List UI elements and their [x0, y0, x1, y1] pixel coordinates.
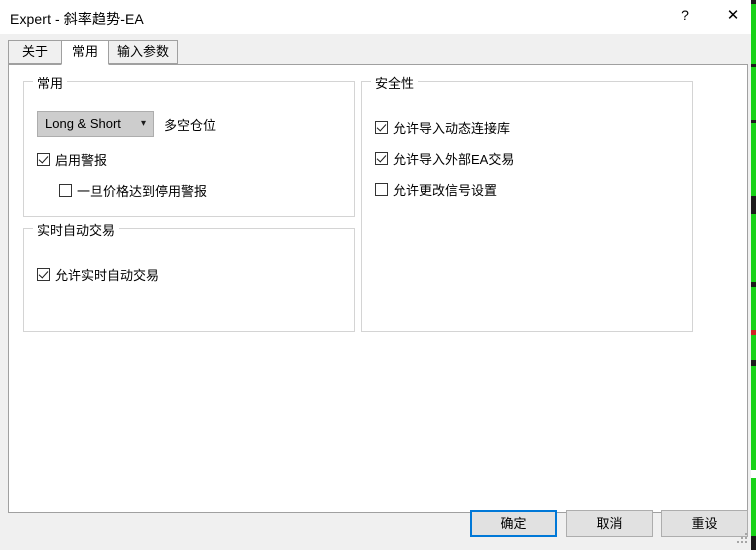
checkbox-icon-checked	[37, 268, 50, 281]
ok-button[interactable]: 确定	[470, 510, 557, 537]
checkbox-allow-dll-imports-label: 允许导入动态连接库	[393, 121, 511, 136]
tab-panel-common: 常用 Long & Short ▾ 多空仓位 启用警报 一旦价格达到停用警报 实…	[8, 64, 748, 513]
checkbox-disable-alert-on-price[interactable]: 一旦价格达到停用警报	[59, 181, 207, 200]
tab-common[interactable]: 常用	[61, 40, 109, 65]
position-mode-label: 多空仓位	[164, 118, 217, 133]
checkbox-icon-unchecked	[375, 183, 388, 196]
checkbox-icon-checked	[375, 121, 388, 134]
expert-settings-dialog: Expert - 斜率趋势-EA ? ✕ 关于 常用 输入参数 常用 Long …	[0, 0, 756, 550]
chevron-down-icon: ▾	[140, 118, 146, 129]
close-icon[interactable]: ✕	[710, 0, 756, 31]
checkbox-allow-external-ea-imports[interactable]: 允许导入外部EA交易	[375, 149, 514, 168]
checkbox-icon-checked	[37, 153, 50, 166]
checkbox-allow-dll-imports[interactable]: 允许导入动态连接库	[375, 118, 510, 137]
cancel-button[interactable]: 取消	[566, 510, 653, 537]
position-mode-value: Long & Short	[45, 116, 121, 131]
tab-about[interactable]: 关于	[8, 40, 62, 64]
checkbox-disable-alert-on-price-label: 一旦价格达到停用警报	[77, 184, 208, 199]
checkbox-allow-external-ea-imports-label: 允许导入外部EA交易	[393, 152, 515, 167]
group-security-title: 安全性	[371, 73, 419, 92]
group-general: 常用 Long & Short ▾ 多空仓位 启用警报 一旦价格达到停用警报	[23, 73, 355, 217]
tab-inputs[interactable]: 输入参数	[108, 40, 178, 64]
group-live-trading: 实时自动交易 允许实时自动交易	[23, 220, 355, 332]
checkbox-icon-unchecked	[59, 184, 72, 197]
checkbox-enable-alerts[interactable]: 启用警报	[37, 150, 107, 169]
group-general-title: 常用	[33, 73, 68, 92]
footer-band	[0, 538, 756, 550]
group-live-trading-title: 实时自动交易	[33, 220, 120, 239]
checkbox-allow-signal-settings-change[interactable]: 允许更改信号设置	[375, 180, 497, 199]
resize-grip[interactable]	[737, 533, 749, 545]
checkbox-enable-alerts-label: 启用警报	[55, 153, 108, 168]
group-security: 安全性 允许导入动态连接库 允许导入外部EA交易 允许更改信号设置	[361, 73, 693, 332]
checkbox-icon-checked	[375, 152, 388, 165]
window-title: Expert - 斜率趋势-EA	[10, 11, 144, 27]
help-icon[interactable]: ?	[662, 0, 708, 31]
screen-edge-artifact	[751, 0, 756, 550]
checkbox-allow-signal-settings-change-label: 允许更改信号设置	[393, 183, 498, 198]
titlebar: Expert - 斜率趋势-EA ? ✕	[0, 0, 756, 34]
reset-button[interactable]: 重设	[661, 510, 748, 537]
position-mode-dropdown[interactable]: Long & Short ▾	[37, 111, 154, 137]
checkbox-allow-live-trading[interactable]: 允许实时自动交易	[37, 265, 159, 284]
checkbox-allow-live-trading-label: 允许实时自动交易	[55, 268, 160, 283]
